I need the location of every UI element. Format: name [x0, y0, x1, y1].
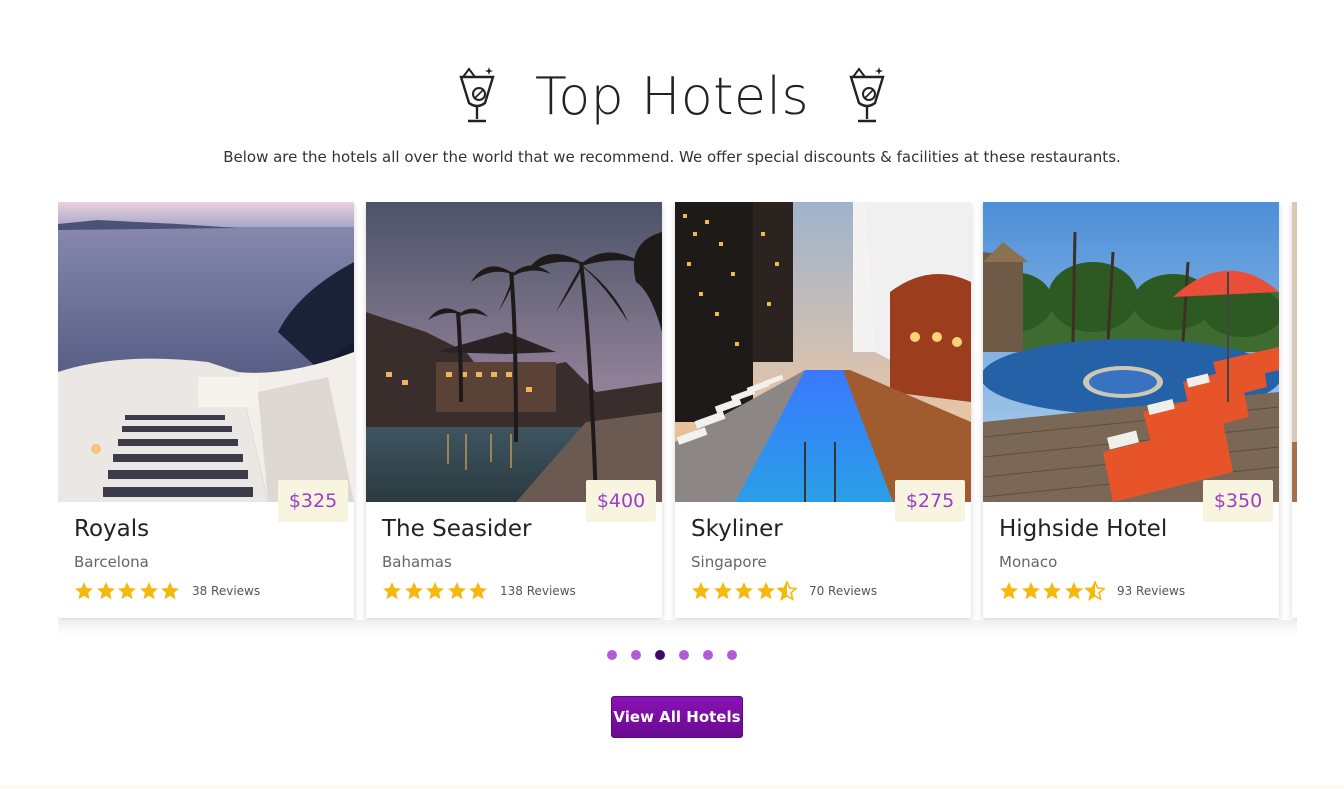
- hotel-photo: [675, 202, 971, 502]
- hotel-photo: [58, 202, 354, 502]
- hotel-photo: [366, 202, 662, 502]
- carousel-dot[interactable]: [679, 650, 689, 660]
- hotel-location: Bahamas: [382, 553, 452, 571]
- review-count[interactable]: 70 Reviews: [809, 584, 877, 598]
- page-title: Top Hotels: [534, 67, 810, 127]
- carousel-dot[interactable]: [655, 650, 665, 660]
- cocktail-glass-icon: [849, 67, 885, 123]
- star-icon: [161, 582, 180, 600]
- star-half-icon: [1085, 581, 1106, 601]
- star-rating: 138 Reviews: [382, 581, 576, 601]
- carousel-dot[interactable]: [631, 650, 641, 660]
- hotel-name[interactable]: Royals: [74, 516, 149, 542]
- hotel-location: Monaco: [999, 553, 1058, 571]
- star-icon: [447, 582, 466, 600]
- cocktail-glass-icon: [459, 67, 495, 123]
- star-icon: [383, 582, 401, 600]
- hotel-location: Singapore: [691, 553, 767, 571]
- star-icon: [118, 582, 137, 600]
- hotel-card-partial[interactable]: [1292, 202, 1297, 618]
- star-icon: [75, 582, 93, 600]
- star-icon: [735, 582, 754, 600]
- star-icon: [96, 582, 115, 600]
- review-count[interactable]: 138 Reviews: [500, 584, 576, 598]
- hotel-card[interactable]: $350 Highside Hotel Monaco 93 Reviews: [983, 202, 1279, 618]
- star-icon: [713, 582, 732, 600]
- review-count[interactable]: 93 Reviews: [1117, 584, 1185, 598]
- star-half-icon: [777, 581, 798, 601]
- star-icon: [1043, 582, 1062, 600]
- star-rating: 38 Reviews: [74, 581, 260, 601]
- carousel-dot[interactable]: [607, 650, 617, 660]
- hotel-carousel[interactable]: $325 Royals Barcelona 38 Reviews $400 Th…: [58, 202, 1297, 634]
- star-icon: [469, 582, 488, 600]
- section-divider: [0, 785, 1344, 789]
- star-icon: [1021, 582, 1040, 600]
- carousel-shadow: [58, 620, 1297, 636]
- view-all-hotels-button[interactable]: View All Hotels: [611, 696, 743, 738]
- star-rating: 93 Reviews: [999, 581, 1185, 601]
- hotel-card[interactable]: $275 Skyliner Singapore 70 Reviews: [675, 202, 971, 618]
- star-rating: 70 Reviews: [691, 581, 877, 601]
- hotel-name[interactable]: Skyliner: [691, 516, 783, 542]
- section-subtitle: Below are the hotels all over the world …: [223, 148, 1121, 166]
- section-header: Top Hotels: [0, 62, 1344, 132]
- star-icon: [139, 582, 158, 600]
- hotel-name[interactable]: Highside Hotel: [999, 516, 1167, 542]
- price-badge: $350: [1203, 480, 1273, 522]
- price-badge: $275: [895, 480, 965, 522]
- price-badge: $325: [278, 480, 348, 522]
- star-icon: [756, 582, 775, 600]
- star-icon: [1000, 582, 1018, 600]
- star-icon: [426, 582, 445, 600]
- carousel-pagination: [0, 650, 1344, 660]
- hotel-card[interactable]: $325 Royals Barcelona 38 Reviews: [58, 202, 354, 618]
- hotel-photo: [983, 202, 1279, 502]
- carousel-dot[interactable]: [727, 650, 737, 660]
- hotel-name[interactable]: The Seasider: [382, 516, 532, 542]
- star-icon: [1064, 582, 1083, 600]
- carousel-dot[interactable]: [703, 650, 713, 660]
- hotel-location: Barcelona: [74, 553, 149, 571]
- star-icon: [404, 582, 423, 600]
- star-icon: [692, 582, 710, 600]
- review-count[interactable]: 38 Reviews: [192, 584, 260, 598]
- price-badge: $400: [586, 480, 656, 522]
- hotel-card[interactable]: $400 The Seasider Bahamas 138 Reviews: [366, 202, 662, 618]
